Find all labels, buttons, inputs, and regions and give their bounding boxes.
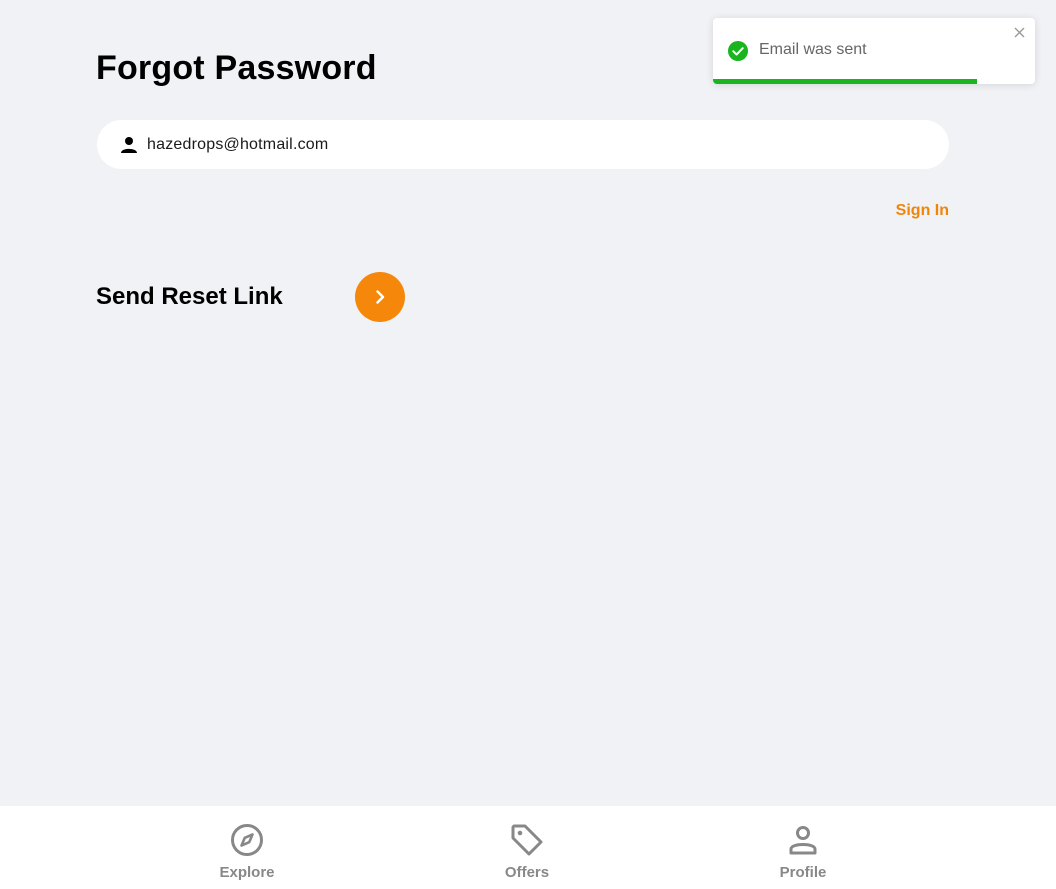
bottom-navigation: Explore Offers Profile <box>0 806 1056 889</box>
email-input[interactable] <box>147 135 907 154</box>
nav-label-offers: Offers <box>504 864 550 881</box>
toast-close-button[interactable] <box>1011 24 1027 40</box>
page-title: Forgot Password <box>96 49 377 87</box>
close-icon <box>1014 27 1024 37</box>
send-reset-link-button[interactable] <box>355 272 405 322</box>
sign-in-link[interactable]: Sign In <box>896 202 949 220</box>
person-icon <box>789 826 817 855</box>
nav-label-profile: Profile <box>779 864 827 881</box>
success-toast: Email was sent <box>713 18 1035 84</box>
tag-icon <box>511 824 543 856</box>
user-icon <box>119 135 139 155</box>
toast-message: Email was sent <box>759 41 867 58</box>
nav-label-explore: Explore <box>219 864 275 881</box>
check-circle-icon <box>728 41 748 61</box>
nav-item-offers[interactable]: Offers <box>467 822 587 881</box>
compass-icon <box>231 824 263 856</box>
toast-progress-track <box>713 79 1035 84</box>
email-field[interactable] <box>97 120 949 169</box>
nav-item-explore[interactable]: Explore <box>187 822 307 881</box>
toast-progress-bar <box>713 79 978 84</box>
chevron-right-icon <box>376 290 385 304</box>
nav-item-profile[interactable]: Profile <box>743 822 863 881</box>
send-reset-link-label: Send Reset Link <box>96 283 283 310</box>
